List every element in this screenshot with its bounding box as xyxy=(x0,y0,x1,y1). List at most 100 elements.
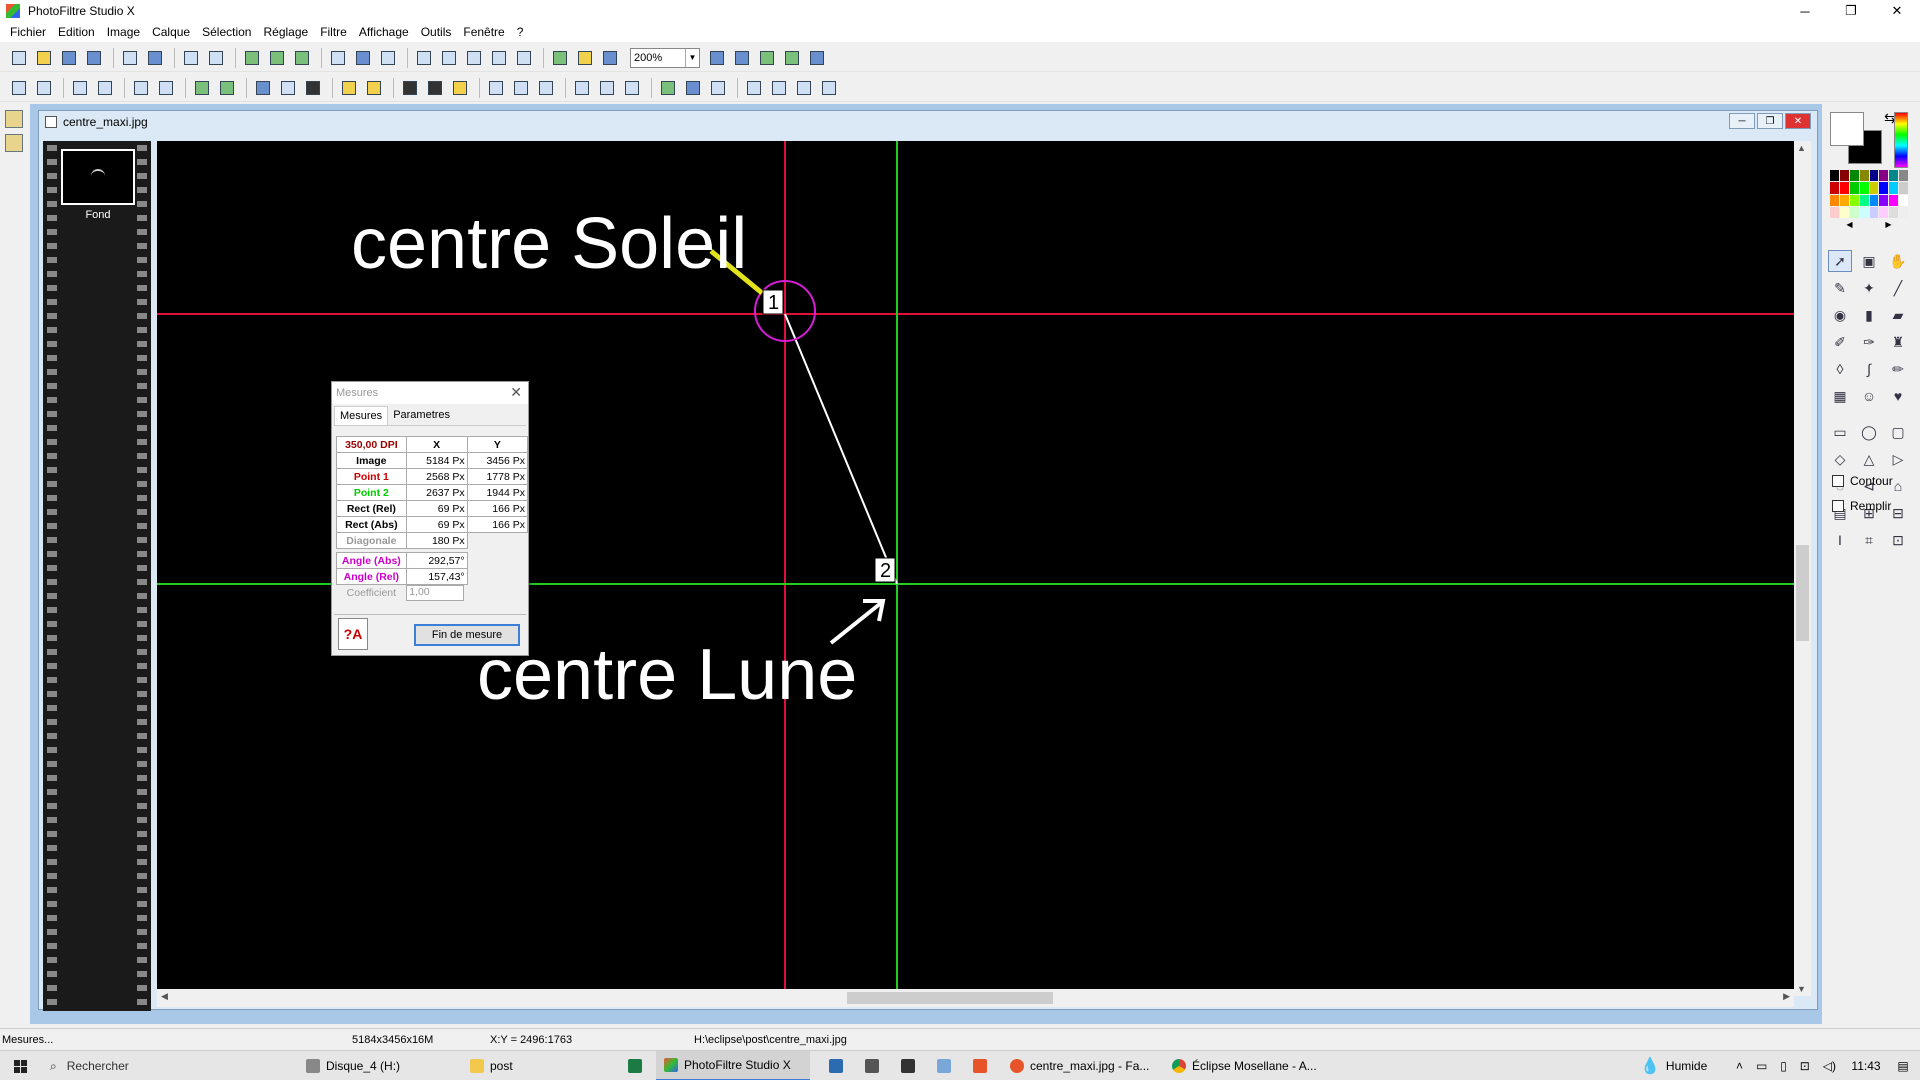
monitor-icon[interactable]: ▭ xyxy=(1756,1059,1767,1073)
spray-icon[interactable]: ▮ xyxy=(1857,304,1881,326)
diamond-shape-icon[interactable]: ◇ xyxy=(1828,448,1852,470)
palette-swatch[interactable] xyxy=(1879,194,1889,206)
crop-icon[interactable] xyxy=(463,47,485,69)
transparency-icon[interactable] xyxy=(707,77,729,99)
menu-outils[interactable]: Outils xyxy=(415,25,458,39)
zoom-out-icon[interactable] xyxy=(731,47,753,69)
palette-swatch[interactable] xyxy=(1859,170,1869,182)
transform-icon[interactable] xyxy=(513,47,535,69)
menu-fenetre[interactable]: Fenêtre xyxy=(457,25,510,39)
pattern-icon[interactable]: ▦ xyxy=(1828,385,1852,407)
palette-swatch[interactable] xyxy=(1889,206,1899,218)
canvas-size-icon[interactable] xyxy=(438,47,460,69)
replace-color-icon[interactable] xyxy=(682,77,704,99)
explorer-icon[interactable] xyxy=(5,110,23,128)
layer-thumbnail[interactable] xyxy=(61,149,135,205)
brightness-down-icon[interactable] xyxy=(69,77,91,99)
menu-calque[interactable]: Calque xyxy=(146,25,196,39)
dodge-icon[interactable]: ✏ xyxy=(1886,358,1910,380)
strawberry-icon[interactable]: ♥ xyxy=(1886,385,1910,407)
coefficient-input[interactable]: 1,00 xyxy=(406,585,465,601)
palette-icon[interactable] xyxy=(352,47,374,69)
chevron-up-icon[interactable]: ˄ xyxy=(1736,1059,1743,1073)
palette-swatch[interactable] xyxy=(1879,170,1889,182)
brush-icon[interactable]: ✐ xyxy=(1828,331,1852,353)
palette-swatch[interactable] xyxy=(1899,170,1908,182)
undo-icon[interactable] xyxy=(180,47,202,69)
palette-swatch[interactable] xyxy=(1830,194,1839,206)
battery-icon[interactable]: ▯ xyxy=(1780,1059,1787,1073)
snipping-task[interactable] xyxy=(894,1051,922,1080)
task-disque[interactable]: Disque_4 (H:) xyxy=(298,1051,458,1080)
portrait-icon[interactable]: ☺ xyxy=(1857,385,1881,407)
emboss-icon[interactable] xyxy=(571,77,593,99)
horizontal-scroll-thumb[interactable] xyxy=(847,992,1053,1004)
contrast-down-icon[interactable] xyxy=(130,77,152,99)
ellipse-shape-icon[interactable]: ◯ xyxy=(1857,421,1881,443)
fullscreen-icon[interactable] xyxy=(806,47,828,69)
contour-checkbox[interactable]: Contour xyxy=(1832,474,1893,488)
palette-swatch[interactable] xyxy=(1899,182,1908,194)
eraser-icon[interactable]: ▰ xyxy=(1886,304,1910,326)
vertical-scroll-thumb[interactable] xyxy=(1796,545,1809,641)
stamp-tool-icon[interactable]: ♜ xyxy=(1886,331,1910,353)
brightness-up-icon[interactable] xyxy=(94,77,116,99)
save-icon[interactable] xyxy=(58,47,80,69)
color-palette[interactable] xyxy=(1830,170,1908,218)
excel-task[interactable] xyxy=(620,1051,650,1080)
tab-parametres[interactable]: Parametres xyxy=(388,406,455,425)
palette-swatch[interactable] xyxy=(1899,206,1908,218)
edge-icon[interactable] xyxy=(621,77,643,99)
fill-bucket-icon[interactable]: ◉ xyxy=(1828,304,1852,326)
document-titlebar[interactable]: centre_maxi.jpg xyxy=(39,111,1817,133)
layer-manager-icon[interactable]: ▣ xyxy=(1857,250,1881,272)
weather-widget[interactable]: 💧 Humide xyxy=(1640,1051,1740,1080)
actual-size-icon[interactable] xyxy=(781,47,803,69)
palette-swatch[interactable] xyxy=(1869,206,1879,218)
palette-swatch[interactable] xyxy=(1830,182,1839,194)
blur-icon[interactable] xyxy=(485,77,507,99)
gamma-icon[interactable] xyxy=(252,77,274,99)
notepad-task[interactable] xyxy=(930,1051,958,1080)
scroll-left-icon[interactable]: ◀ xyxy=(161,991,168,1002)
calculator-task[interactable] xyxy=(858,1051,886,1080)
paste-icon[interactable] xyxy=(266,47,288,69)
copy-icon[interactable] xyxy=(241,47,263,69)
contrast-up-icon[interactable] xyxy=(155,77,177,99)
palette-swatch[interactable] xyxy=(1830,170,1839,182)
palette-swatch[interactable] xyxy=(1839,170,1849,182)
menu-affichage[interactable]: Affichage xyxy=(353,25,415,39)
palette-swatch[interactable] xyxy=(1869,194,1879,206)
palette-swatch[interactable] xyxy=(1849,206,1859,218)
scan-icon[interactable] xyxy=(144,47,166,69)
image-size-icon[interactable] xyxy=(413,47,435,69)
sharpen-more-icon[interactable] xyxy=(535,77,557,99)
automation-icon[interactable] xyxy=(818,77,840,99)
scroll-up-icon[interactable]: ▲ xyxy=(1797,143,1806,153)
magic-wand-icon[interactable]: ✦ xyxy=(1857,277,1881,299)
chevron-right-icon[interactable]: ▶ xyxy=(1885,220,1891,230)
menu-fichier[interactable]: Fichier xyxy=(4,25,52,39)
remplir-checkbox[interactable]: Remplir xyxy=(1832,499,1891,513)
print-icon[interactable] xyxy=(119,47,141,69)
palette-swatch[interactable] xyxy=(1879,206,1889,218)
auto-level-icon[interactable] xyxy=(8,77,30,99)
levels-icon[interactable] xyxy=(277,77,299,99)
app-task[interactable] xyxy=(822,1051,850,1080)
checkbox-box[interactable] xyxy=(1832,475,1844,487)
brave-task[interactable] xyxy=(966,1051,994,1080)
flip-vertical-icon[interactable] xyxy=(768,77,790,99)
eyedropper-icon[interactable]: ✎ xyxy=(1828,277,1852,299)
volume-icon[interactable]: ◁) xyxy=(1823,1059,1836,1073)
crop-frame-icon[interactable]: ⌗ xyxy=(1857,529,1881,551)
task-post[interactable]: post xyxy=(462,1051,612,1080)
color-balance-icon[interactable] xyxy=(657,77,679,99)
chevron-left-icon[interactable]: ◀ xyxy=(1846,220,1852,230)
horizontal-scrollbar[interactable]: ◀ ▶ xyxy=(157,989,1794,1007)
palette-swatch[interactable] xyxy=(1859,194,1869,206)
grayscale-icon[interactable] xyxy=(399,77,421,99)
dialog-close-icon[interactable]: ✕ xyxy=(510,384,522,401)
negative-icon[interactable] xyxy=(302,77,324,99)
taskbar-search[interactable]: ⌕ Rechercher xyxy=(40,1051,290,1080)
paste-new-icon[interactable] xyxy=(291,47,313,69)
